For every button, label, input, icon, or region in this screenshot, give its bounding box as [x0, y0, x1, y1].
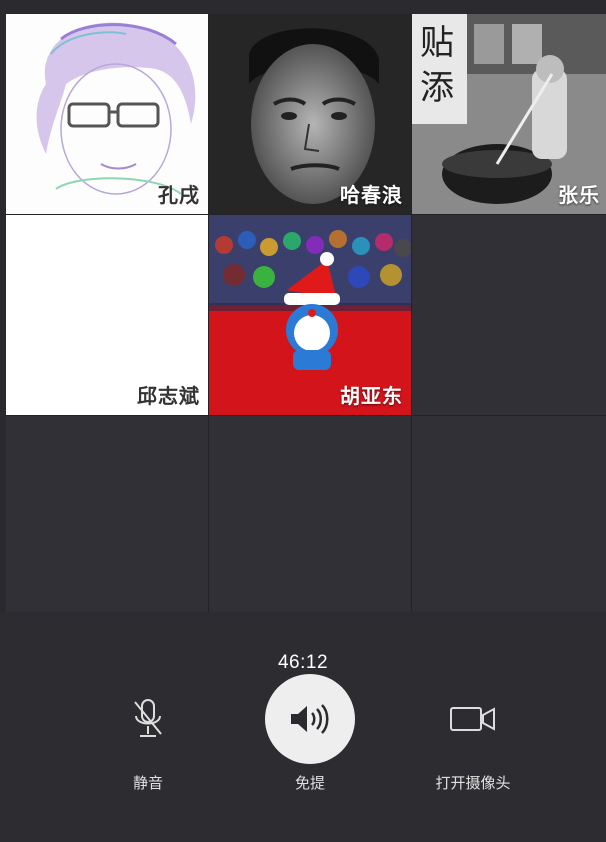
- participant-name: 胡亚东: [340, 384, 403, 408]
- camera-button[interactable]: 打开摄像头: [383, 674, 563, 793]
- svg-text:贴: 贴: [420, 23, 454, 63]
- call-controls-panel: 46:12 静音 免提 打开摄像头: [0, 612, 606, 842]
- participant-tile[interactable]: 孔戌: [6, 14, 208, 214]
- participant-grid: 孔戌 哈春浪 贴 添 张乐 邱志斌 胡亚东: [6, 14, 606, 614]
- camera-label: 打开摄像头: [435, 774, 511, 792]
- participant-name: 哈春浪: [340, 183, 403, 207]
- svg-text:添: 添: [420, 68, 454, 108]
- empty-slot: [6, 416, 208, 614]
- speaker-label: 免提: [294, 774, 325, 792]
- participant-name: 张乐: [558, 183, 600, 207]
- video-camera-icon: [450, 707, 495, 731]
- participant-tile[interactable]: 哈春浪: [209, 14, 411, 214]
- call-timer: 46:12: [277, 652, 329, 673]
- participant-tile[interactable]: 贴 添 张乐: [412, 14, 606, 214]
- microphone-muted-icon: [134, 699, 162, 737]
- group-call-screen: 孔戌 哈春浪 贴 添 张乐 邱志斌 胡亚东 46:12 静音 免提 打开摄像头: [0, 0, 606, 842]
- participant-name: 孔戌: [158, 183, 200, 207]
- participant-name: 邱志斌: [137, 384, 200, 408]
- speaker-icon: [291, 704, 329, 734]
- participant-tile[interactable]: 胡亚东: [209, 215, 411, 415]
- participant-tile[interactable]: 邱志斌: [6, 215, 208, 415]
- mute-button[interactable]: 静音: [58, 674, 238, 793]
- empty-slot: [209, 416, 411, 614]
- empty-slot: [412, 416, 606, 614]
- empty-slot: [412, 215, 606, 415]
- camera-icon-wrap[interactable]: [428, 674, 518, 764]
- top-bar: [0, 0, 606, 14]
- mute-label: 静音: [132, 774, 163, 792]
- speaker-button[interactable]: 免提: [220, 674, 400, 793]
- speaker-icon-wrap[interactable]: [265, 674, 355, 764]
- mute-icon-wrap[interactable]: [103, 674, 193, 764]
